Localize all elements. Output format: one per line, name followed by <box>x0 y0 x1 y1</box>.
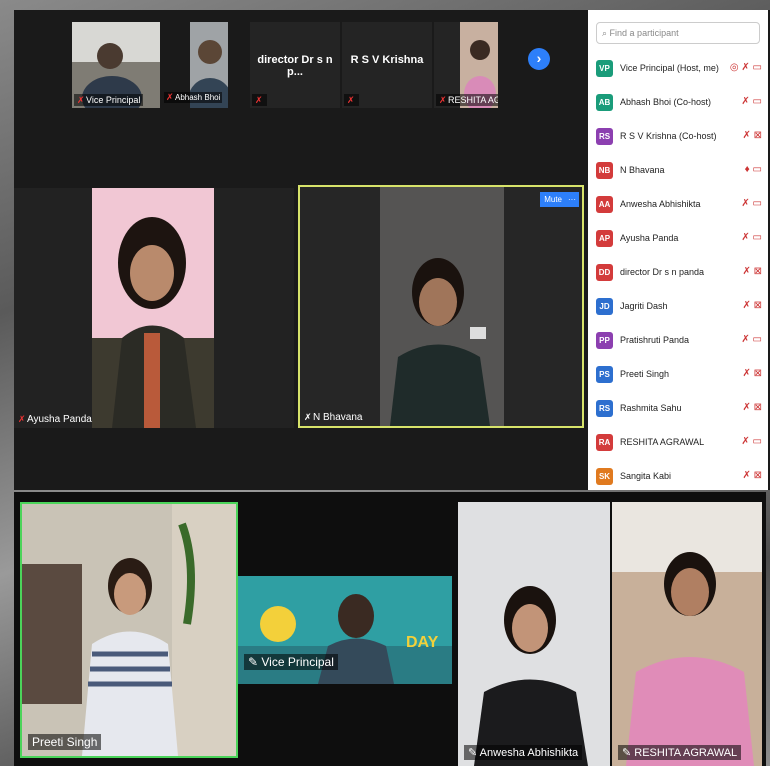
participants-panel: ⌕ Find a participant VP Vice Principal (H… <box>588 10 768 490</box>
thumb-name: director Dr s n p... <box>257 54 333 78</box>
participant-avatar: DD <box>596 264 613 281</box>
mic-camera-status-icon: ✗ ▭ <box>741 198 762 209</box>
search-icon: ⌕ <box>602 28 610 38</box>
participant-row[interactable]: NB N Bhavana ♦ ▭ <box>596 160 764 182</box>
mic-camera-status-icon: ✗ ▭ <box>741 436 762 447</box>
participant-row[interactable]: JD Jagriti Dash ✗ ⊠ <box>596 296 764 318</box>
participant-avatar: RS <box>596 128 613 145</box>
mic-camera-status-icon: ✗ ▭ <box>741 96 762 107</box>
mic-icon: ✎ <box>248 655 262 669</box>
participant-avatar: VP <box>596 60 613 77</box>
participant-name: Rashmita Sahu <box>620 403 682 413</box>
video-label: ✗N Bhavana <box>304 412 363 423</box>
participant-name: N Bhavana <box>620 165 665 175</box>
mic-icon: ✗ <box>304 412 312 422</box>
participant-avatar: AA <box>596 196 613 213</box>
video-vice-principal[interactable]: DAY ✎ Vice Principal <box>238 576 452 684</box>
participant-row[interactable]: AA Anwesha Abhishikta ✗ ▭ <box>596 194 764 216</box>
search-placeholder: Find a participant <box>609 28 679 38</box>
video-ayusha-panda[interactable]: ✗Ayusha Panda <box>14 188 294 428</box>
participant-avatar: RA <box>596 434 613 451</box>
mic-muted-icon: ✗ <box>347 95 355 105</box>
participant-name: RESHITA AGRAWAL <box>620 437 705 447</box>
mic-camera-status-icon: ✗ ⊠ <box>742 130 762 141</box>
participant-avatar: AB <box>596 94 613 111</box>
participant-name: Anwesha Abhishikta <box>620 199 701 209</box>
participant-name: Jagriti Dash <box>620 301 668 311</box>
video-anwesha[interactable]: ✎ Anwesha Abhishikta <box>458 502 610 766</box>
participant-name: Abhash Bhoi (Co-host) <box>620 97 712 107</box>
participant-avatar: PS <box>596 366 613 383</box>
participant-row[interactable]: DD director Dr s n panda ✗ ⊠ <box>596 262 764 284</box>
mic-camera-status-icon: ✗ ▭ <box>741 232 762 243</box>
participant-name: Preeti Singh <box>620 369 670 379</box>
thumb-vice-principal[interactable]: ✗Vice Principal <box>72 22 160 108</box>
banner-text: DAY <box>406 634 439 651</box>
video-label: ✗Ayusha Panda <box>18 414 92 425</box>
thumb-label: RESHITA AGR... <box>448 95 498 105</box>
mic-muted-icon: ✗ <box>439 95 447 105</box>
mic-muted-icon: ✗ <box>166 92 174 102</box>
participant-row[interactable]: AB Abhash Bhoi (Co-host) ✗ ▭ <box>596 92 764 114</box>
participant-video <box>458 502 610 766</box>
participant-video <box>92 188 214 428</box>
participant-video <box>380 187 504 426</box>
thumb-label: Vice Principal <box>86 95 141 105</box>
mic-camera-status-icon: ✗ ⊠ <box>742 402 762 413</box>
video-n-bhavana-active-speaker[interactable]: Mute ··· ✗N Bhavana <box>298 185 584 428</box>
mic-muted-icon: ✗ <box>255 95 263 105</box>
mic-camera-status-icon: ♦ ▭ <box>744 164 762 175</box>
mic-camera-status-icon: ✗ ▭ <box>741 334 762 345</box>
video-label: ✎ RESHITA AGRAWAL <box>618 745 742 760</box>
thumb-label: ✗Abhash Bhoi <box>164 92 223 103</box>
participant-name: director Dr s n panda <box>620 267 705 277</box>
video-label: ✎ Anwesha Abhishikta <box>464 745 583 760</box>
thumb-reshita[interactable]: ✗RESHITA AGR... <box>434 22 498 108</box>
mic-camera-status-icon: ◎ ✗ ▭ <box>729 62 762 73</box>
video-preeti-singh[interactable]: Preeti Singh <box>20 502 238 758</box>
thumb-director[interactable]: director Dr s n p... ✗ <box>250 22 340 108</box>
zoom-meeting-window-bottom: Preeti Singh DAY ✎ Vice Principal ✎ Anwe… <box>14 492 766 766</box>
mic-muted-icon: ✗ <box>77 95 85 105</box>
participant-name: Vice Principal (Host, me) <box>620 63 719 73</box>
participant-search-input[interactable]: ⌕ Find a participant <box>596 22 760 44</box>
mic-icon: ✎ <box>468 747 480 759</box>
more-options-button[interactable]: ··· <box>565 192 579 207</box>
participant-row[interactable]: VP Vice Principal (Host, me) ◎ ✗ ▭ <box>596 58 764 80</box>
thumb-rsv-krishna[interactable]: R S V Krishna ✗ <box>342 22 432 108</box>
next-page-icon[interactable]: › <box>528 48 550 70</box>
participant-row[interactable]: RS R S V Krishna (Co-host) ✗ ⊠ <box>596 126 764 148</box>
video-label: Preeti Singh <box>28 734 102 750</box>
participant-row[interactable]: RA RESHITA AGRAWAL ✗ ▭ <box>596 432 764 454</box>
participant-row[interactable]: SK Sangita Kabi ✗ ⊠ <box>596 466 764 488</box>
mic-camera-status-icon: ✗ ⊠ <box>742 300 762 311</box>
participant-video <box>612 502 762 766</box>
participant-avatar: RS <box>596 400 613 417</box>
participant-avatar: SK <box>596 468 613 485</box>
mute-button[interactable]: Mute <box>540 192 566 207</box>
mic-camera-status-icon: ✗ ⊠ <box>742 368 762 379</box>
participant-row[interactable]: PS Preeti Singh ✗ ⊠ <box>596 364 764 386</box>
participant-row[interactable]: RS Rashmita Sahu ✗ ⊠ <box>596 398 764 420</box>
video-label: ✎ Vice Principal <box>244 654 338 670</box>
participant-name: Sangita Kabi <box>620 471 672 481</box>
thumb-name: R S V Krishna <box>350 54 424 66</box>
mic-camera-status-icon: ✗ ⊠ <box>742 470 762 481</box>
video-reshita-agrawal[interactable]: ✎ RESHITA AGRAWAL <box>612 502 762 766</box>
participant-avatar: JD <box>596 298 613 315</box>
participant-avatar: PP <box>596 332 613 349</box>
participant-row[interactable]: PP Pratishruti Panda ✗ ▭ <box>596 330 764 352</box>
participant-name: Pratishruti Panda <box>620 335 690 345</box>
participant-video <box>22 504 236 756</box>
participant-name: Ayusha Panda <box>620 233 679 243</box>
participant-avatar: AP <box>596 230 613 247</box>
mic-icon: ✎ <box>622 747 635 759</box>
mic-muted-icon: ✗ <box>18 414 26 424</box>
participant-avatar: NB <box>596 162 613 179</box>
participant-row[interactable]: AP Ayusha Panda ✗ ▭ <box>596 228 764 250</box>
participant-name: R S V Krishna (Co-host) <box>620 131 717 141</box>
mic-camera-status-icon: ✗ ⊠ <box>742 266 762 277</box>
